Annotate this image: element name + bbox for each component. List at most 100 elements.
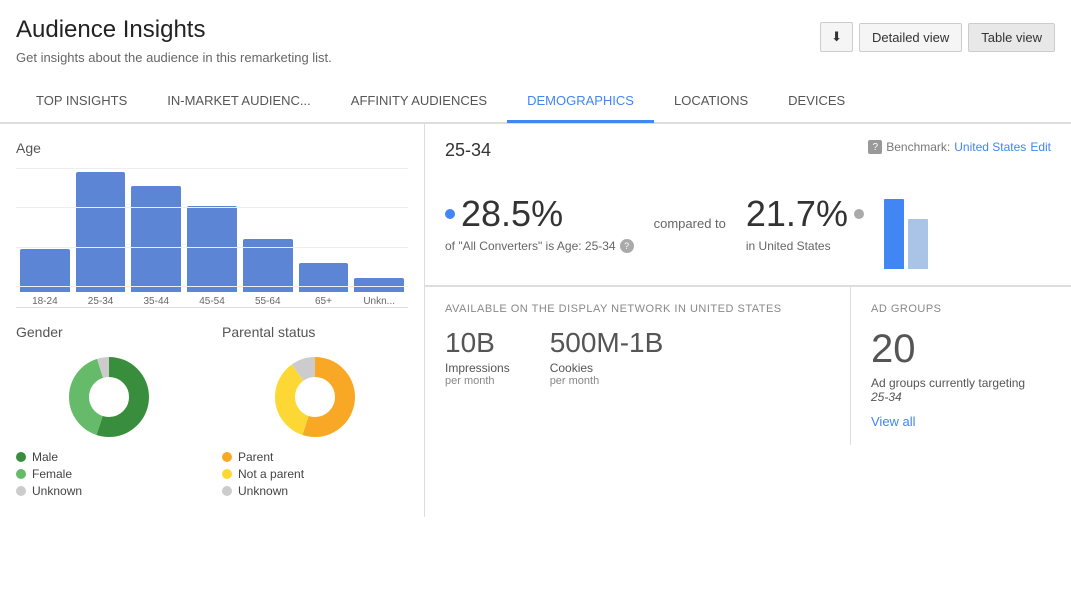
tab-affinity[interactable]: AFFINITY AUDIENCES — [331, 81, 507, 123]
impressions-label: Impressions — [445, 361, 510, 375]
impressions-value: 10B — [445, 327, 510, 359]
bar-label-18-24: 18-24 — [32, 296, 58, 307]
benchmark-info: ? Benchmark: United States Edit — [868, 140, 1051, 154]
ad-groups-title: AD GROUPS — [871, 303, 1051, 315]
age-detail-header: 25-34 ? Benchmark: United States Edit — [445, 140, 1051, 161]
tab-demographics[interactable]: DEMOGRAPHICS — [507, 81, 654, 123]
page-title: Audience Insights — [16, 16, 332, 44]
benchmark-percentage: 21.7% — [746, 193, 864, 235]
right-panel: 25-34 ? Benchmark: United States Edit 28… — [425, 124, 1071, 517]
bar-label-25-34: 25-34 — [88, 296, 114, 307]
bar-label-35-44: 35-44 — [144, 296, 170, 307]
cookies-stat: 500M-1B Cookies per month — [550, 327, 664, 387]
stats-row: 28.5% of "All Converters" is Age: 25-34 … — [445, 177, 1051, 269]
bar-55-64[interactable] — [243, 239, 293, 292]
parental-donut-svg — [270, 352, 360, 442]
main-stat: 28.5% of "All Converters" is Age: 25-34 … — [445, 193, 634, 253]
gender-section: Gender Male — [16, 324, 202, 501]
parental-section: Parental status Parent — [222, 324, 408, 501]
bar-group-35-44: 35-44 — [131, 186, 181, 307]
bar-label-Unkn...: Unkn... — [363, 296, 395, 307]
cookies-label: Cookies — [550, 361, 664, 375]
bar-25-34[interactable] — [76, 172, 126, 292]
download-button[interactable]: ⬇ — [820, 22, 853, 52]
legend-male: Male — [16, 450, 202, 464]
gender-donut — [16, 352, 202, 442]
gender-legend: Male Female Unknown — [16, 450, 202, 498]
tab-in-market[interactable]: IN-MARKET AUDIENC... — [147, 81, 331, 123]
bar-group-45-54: 45-54 — [187, 206, 237, 307]
legend-not-parent: Not a parent — [222, 467, 408, 481]
grid-line — [16, 168, 408, 169]
gender-donut-svg — [64, 352, 154, 442]
gray-dot-icon — [854, 209, 864, 219]
header-left: Audience Insights Get insights about the… — [16, 16, 332, 65]
male-dot — [16, 452, 26, 462]
parental-title: Parental status — [222, 324, 408, 340]
ad-groups-count: 20 — [871, 327, 1051, 372]
age-section-title: Age — [16, 140, 408, 156]
ad-groups-age: 25-34 — [871, 390, 902, 404]
impressions-sublabel: per month — [445, 375, 510, 387]
main-content: Age 18-2425-3435-4445-5455-6465+Unkn... … — [0, 123, 1071, 517]
parent-dot — [222, 452, 232, 462]
page-header: Audience Insights Get insights about the… — [0, 0, 1071, 73]
benchmark-location-link[interactable]: United States — [954, 140, 1026, 154]
bar-label-55-64: 55-64 — [255, 296, 281, 307]
benchmark-edit-link[interactable]: Edit — [1030, 140, 1051, 154]
help-icon[interactable]: ? — [620, 239, 634, 253]
bar-18-24[interactable] — [20, 249, 70, 292]
bar-group-65+: 65+ — [299, 263, 349, 307]
bar-45-54[interactable] — [187, 206, 237, 292]
bar-group-25-34: 25-34 — [76, 172, 126, 307]
tab-bar: TOP INSIGHTS IN-MARKET AUDIENC... AFFINI… — [0, 81, 1071, 123]
legend-unknown-parental: Unknown — [222, 484, 408, 498]
display-network-title: AVAILABLE ON THE DISPLAY NETWORK IN UNIT… — [445, 303, 830, 315]
header-right: ⬇ Detailed view Table view — [820, 22, 1055, 52]
benchmark-stat: 21.7% in United States — [746, 193, 864, 253]
bar-65+[interactable] — [299, 263, 349, 292]
bottom-panels: AVAILABLE ON THE DISPLAY NETWORK IN UNIT… — [425, 286, 1071, 445]
tab-locations[interactable]: LOCATIONS — [654, 81, 768, 123]
main-stat-sub: of "All Converters" is Age: 25-34 ? — [445, 239, 634, 253]
cookies-sublabel: per month — [550, 375, 664, 387]
view-all-link[interactable]: View all — [871, 414, 916, 429]
age-bar-chart: 18-24 25-34 35-44 45-54 55-64 65+ Unkn... — [16, 168, 408, 308]
female-dot — [16, 469, 26, 479]
legend-unknown-gender: Unknown — [16, 484, 202, 498]
mini-bar-main — [884, 199, 904, 269]
age-detail-panel: 25-34 ? Benchmark: United States Edit 28… — [425, 124, 1071, 286]
bar-group-18-24: 18-24 — [20, 249, 70, 307]
blue-dot-icon — [445, 209, 455, 219]
display-network-panel: AVAILABLE ON THE DISPLAY NETWORK IN UNIT… — [425, 287, 851, 445]
network-stats: 10B Impressions per month 500M-1B Cookie… — [445, 327, 830, 387]
bar-35-44[interactable] — [131, 186, 181, 292]
page-subtitle: Get insights about the audience in this … — [16, 50, 332, 65]
ad-groups-desc: Ad groups currently targeting 25-34 — [871, 376, 1051, 404]
bar-group-Unkn...: Unkn... — [354, 278, 404, 307]
impressions-stat: 10B Impressions per month — [445, 327, 510, 387]
parental-donut — [222, 352, 408, 442]
age-range-label: 25-34 — [445, 140, 491, 161]
tab-devices[interactable]: DEVICES — [768, 81, 865, 123]
benchmark-stat-sub: in United States — [746, 239, 864, 253]
mini-comparison-chart — [884, 189, 928, 269]
ad-groups-panel: AD GROUPS 20 Ad groups currently targeti… — [851, 287, 1071, 445]
legend-female: Female — [16, 467, 202, 481]
compared-to-label: compared to — [654, 216, 726, 231]
cookies-value: 500M-1B — [550, 327, 664, 359]
bottom-charts: Gender Male — [16, 324, 408, 501]
bar-label-45-54: 45-54 — [199, 296, 225, 307]
tab-top-insights[interactable]: TOP INSIGHTS — [16, 81, 147, 123]
detailed-view-button[interactable]: Detailed view — [859, 23, 962, 52]
left-panel: Age 18-2425-3435-4445-5455-6465+Unkn... … — [0, 124, 425, 517]
bar-Unkn...[interactable] — [354, 278, 404, 292]
unknown-gender-dot — [16, 486, 26, 496]
parental-legend: Parent Not a parent Unknown — [222, 450, 408, 498]
not-parent-dot — [222, 469, 232, 479]
gender-title: Gender — [16, 324, 202, 340]
mini-bar-benchmark — [908, 219, 928, 269]
bar-label-65+: 65+ — [315, 296, 332, 307]
table-view-button[interactable]: Table view — [968, 23, 1055, 52]
legend-parent: Parent — [222, 450, 408, 464]
